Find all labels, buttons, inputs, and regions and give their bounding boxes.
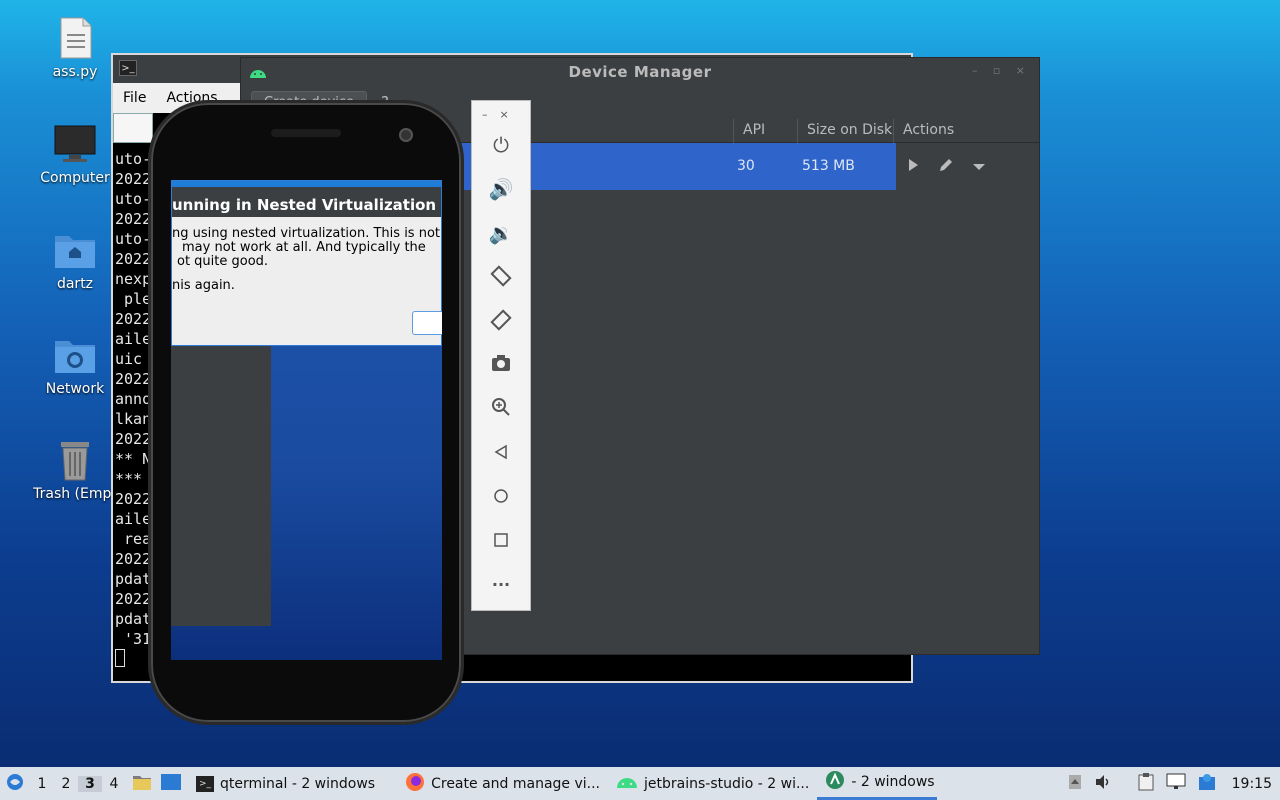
desktop-icon-label: Network [45,381,105,397]
updates-icon[interactable] [1198,773,1216,795]
column-api[interactable]: API [743,122,765,138]
network-folder-icon [53,333,97,377]
task-label: qterminal - 2 windows [220,775,376,792]
desktop-icon-ass-py[interactable]: ass.py [30,16,120,80]
emulator-toolbar: –× ⏻ 🔊 🔉 ··· [471,100,531,611]
desktop-icon-label: Computer [40,170,110,186]
trash-icon [53,438,97,482]
desktop-icon-label: ass.py [52,64,98,80]
device-row-actions [906,143,986,190]
device-api: 30 [737,158,755,174]
device-manager-titlebar[interactable]: Device Manager [241,58,1039,86]
device-size: 513 MB [802,158,855,174]
system-tray: 19:15 [1068,767,1280,800]
rotate-right-icon[interactable] [472,309,530,333]
window-controls[interactable]: – ▫ × [972,64,1031,77]
emulator-screen[interactable]: unning in Nested Virtualization ng using… [171,180,442,660]
show-desktop-icon[interactable] [160,773,182,795]
edit-icon[interactable] [938,157,954,177]
camera-screenshot-icon[interactable] [472,353,530,377]
clipboard-icon[interactable] [1138,772,1154,795]
task-label: Create and manage vi... [431,775,600,792]
window-title: Device Manager [568,63,712,81]
desktop-icon-label: dartz [56,276,94,292]
terminal-tab[interactable] [113,113,153,143]
dialog-text: ot quite good. [177,254,269,269]
taskbar: 1 2 3 4 >_ qterminal - 2 windows Create … [0,767,1280,800]
network-icon[interactable] [1166,773,1186,795]
back-icon[interactable] [472,441,530,465]
nested-virtualization-dialog: unning in Nested Virtualization ng using… [171,180,442,346]
dialog-text: nis again. [172,278,235,293]
clock[interactable]: 19:15 [1232,776,1272,792]
volume-up-icon[interactable]: 🔊 [472,177,530,201]
task-jetbrains-studio[interactable]: jetbrains-studio - 2 wi... [608,767,817,800]
column-actions: Actions [903,122,955,138]
dialog-ok-button[interactable] [412,311,442,335]
computer-icon [53,122,97,166]
workspace-2[interactable]: 2 [54,776,78,792]
terminal-icon: >_ [196,775,214,792]
file-icon [53,16,97,60]
camera-icon [399,128,413,142]
terminal-cursor [115,649,125,667]
zoom-icon[interactable] [472,397,530,421]
column-divider [797,119,798,143]
workspace-4[interactable]: 4 [102,776,126,792]
task-android-studio[interactable]: - 2 windows [817,767,938,800]
volume-icon[interactable] [1094,774,1112,794]
dialog-title: unning in Nested Virtualization [172,196,437,214]
menu-file[interactable]: File [113,90,156,106]
terminal-icon: >_ [119,60,137,76]
volume-down-icon[interactable]: 🔉 [472,221,530,245]
home-icon[interactable] [472,485,530,509]
dialog-text: ng using nested virtualization. This is … [172,226,440,241]
column-size[interactable]: Size on Disk [807,122,892,138]
chevron-down-icon[interactable] [972,157,986,176]
column-divider [733,119,734,143]
play-icon[interactable] [906,157,920,176]
file-manager-icon[interactable] [132,773,152,795]
desktop-icon-dartz[interactable]: dartz [30,228,120,292]
start-menu-icon[interactable] [0,772,30,796]
android-icon [249,64,267,83]
grey-panel [171,346,271,626]
speaker-grille [271,129,341,137]
desktop-icon-label: Trash (Empt [33,486,117,502]
desktop-icon-trash[interactable]: Trash (Empt [30,438,120,502]
task-qterminal[interactable]: >_ qterminal - 2 windows [188,767,383,800]
workspace-1[interactable]: 1 [30,776,54,792]
android-studio-icon [825,770,845,794]
desktop-icon-computer[interactable]: Computer [30,122,120,186]
firefox-icon [405,772,425,796]
emulator-window-controls[interactable]: –× [482,108,521,121]
task-firefox[interactable]: Create and manage vi... [397,767,608,800]
workspace-3[interactable]: 3 [78,775,102,792]
dialog-text: may not work at all. And typically the [182,240,426,255]
tray-expand-icon[interactable] [1068,774,1082,794]
android-icon [616,775,638,793]
power-icon[interactable]: ⏻ [472,133,530,157]
column-divider [893,119,894,143]
task-label: jetbrains-studio - 2 wi... [644,775,810,792]
home-folder-icon [53,228,97,272]
desktop-icon-network[interactable]: Network [30,333,120,397]
more-icon[interactable]: ··· [472,573,530,597]
overview-icon[interactable] [472,529,530,553]
task-label: - 2 windows [851,774,935,790]
rotate-left-icon[interactable] [472,265,530,289]
